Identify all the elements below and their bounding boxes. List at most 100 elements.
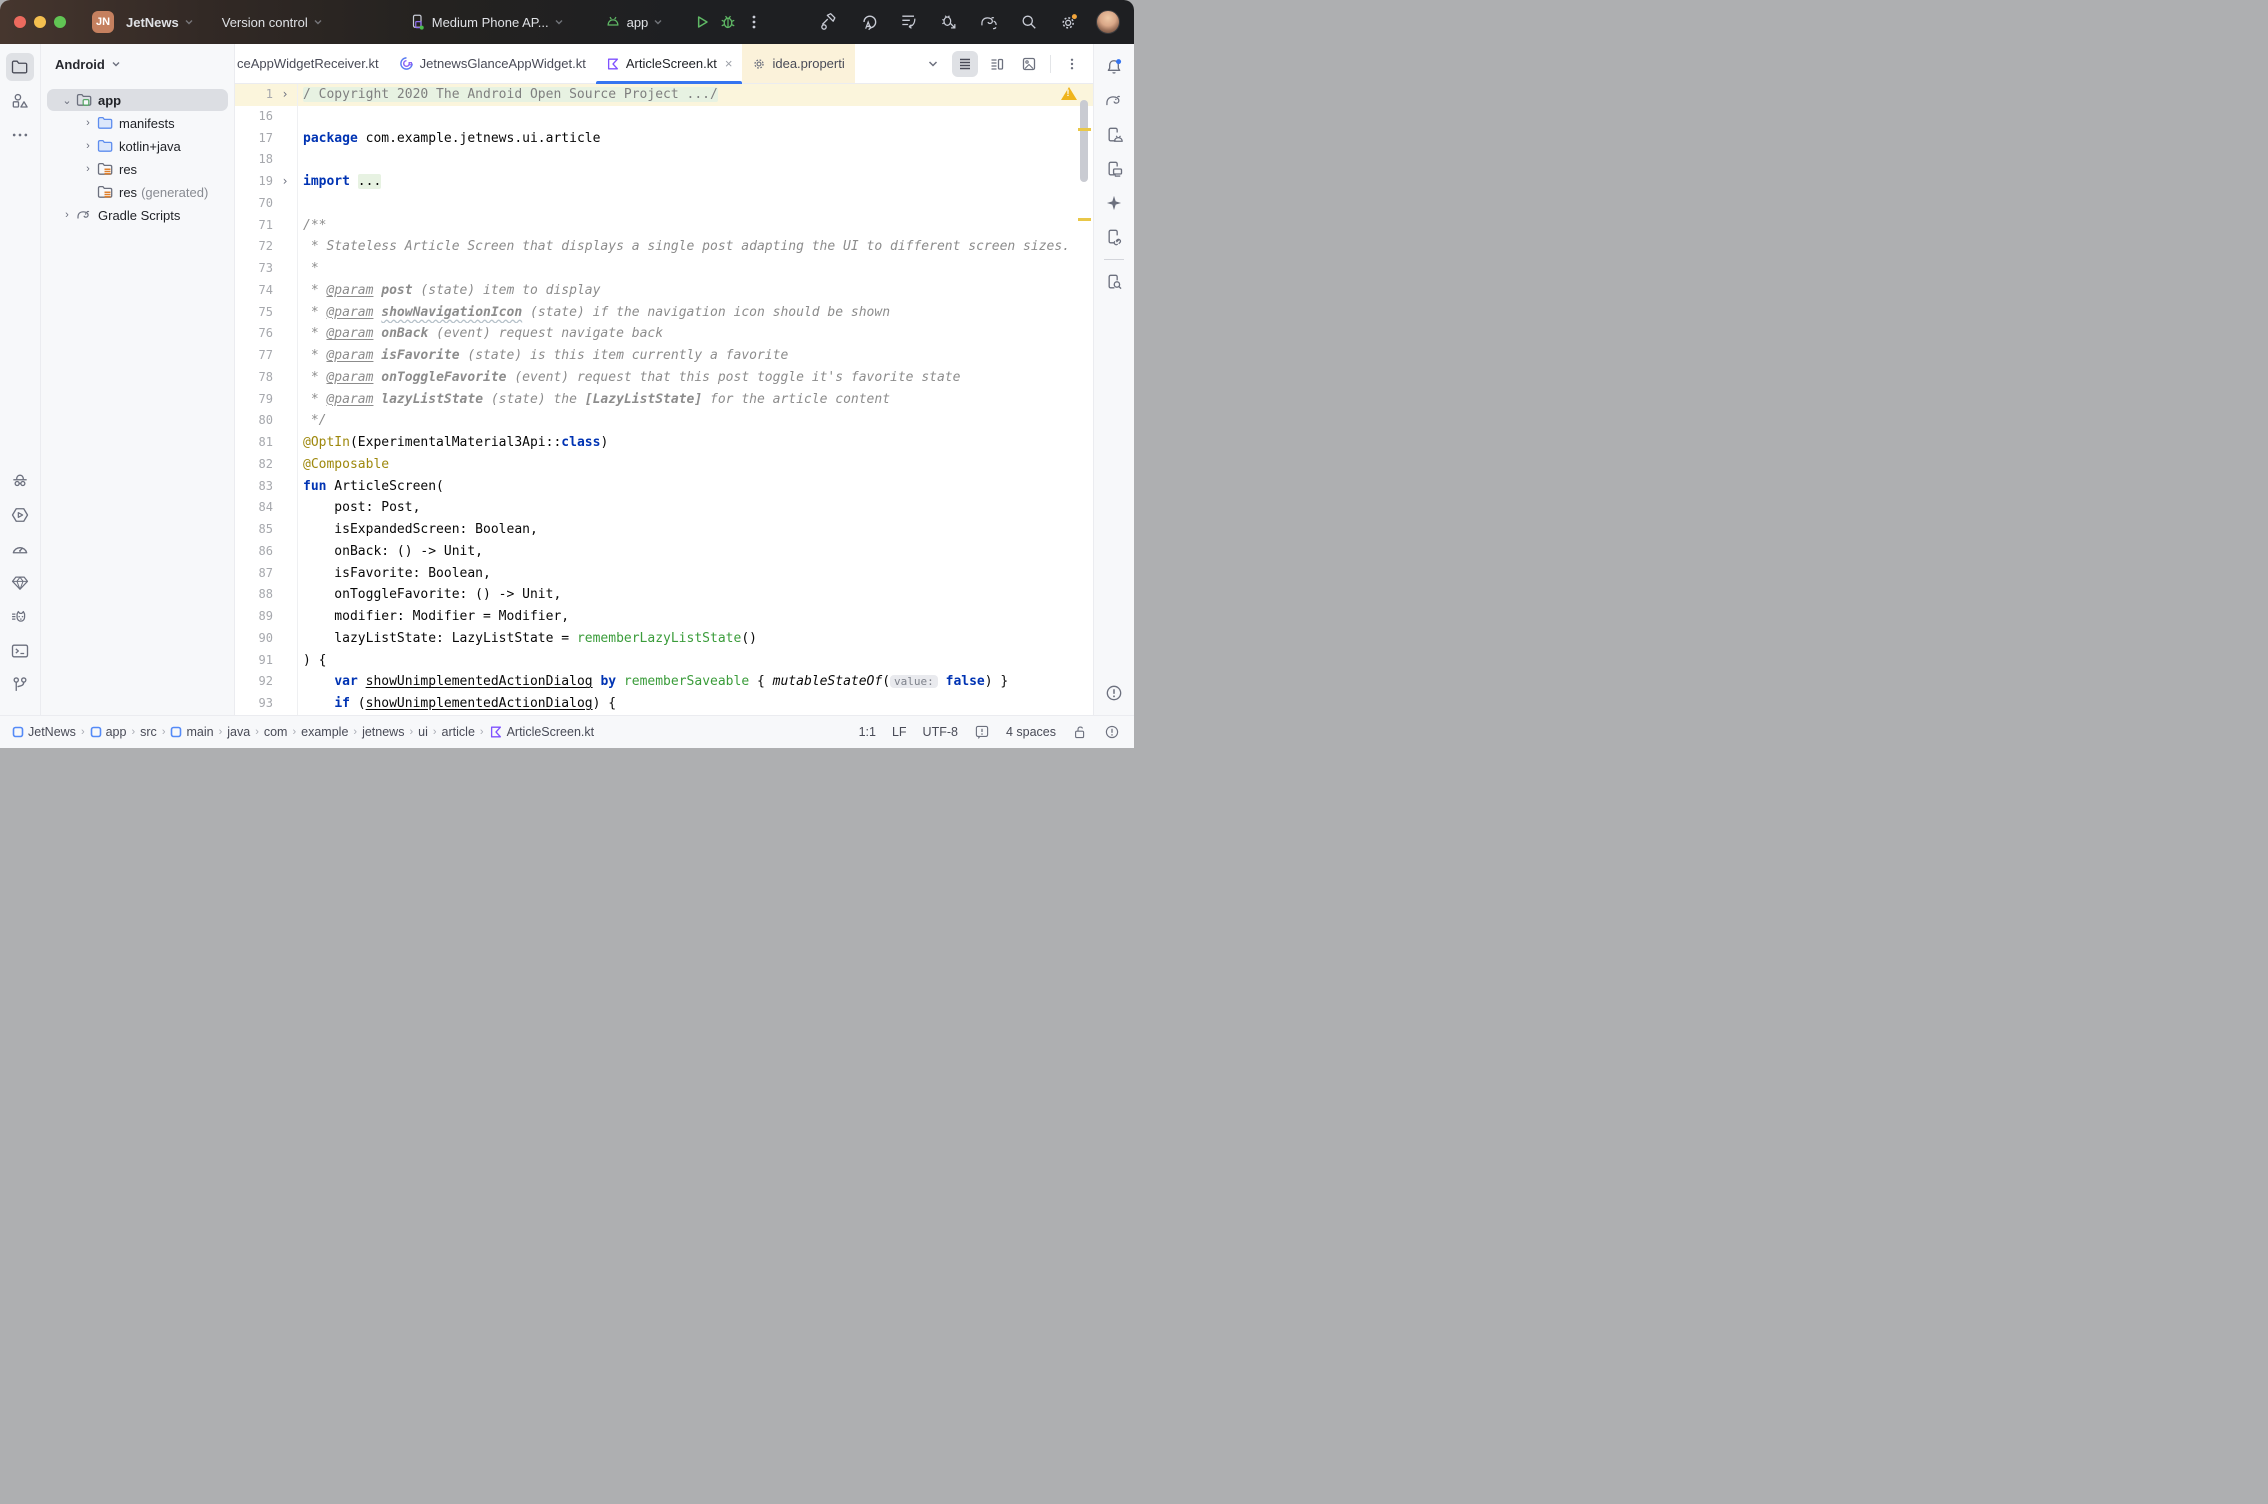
breadcrumb-item-article[interactable]: article (442, 725, 475, 739)
line-number[interactable]: 74 (235, 280, 273, 302)
code-line-72[interactable]: 72 * Stateless Article Screen that displ… (235, 236, 1093, 258)
apply-changes-button[interactable] (856, 9, 882, 35)
tab-list-chevron-button[interactable] (920, 51, 946, 77)
build-variants-button[interactable] (896, 9, 922, 35)
indent-setting[interactable]: 4 spaces (1006, 725, 1056, 739)
line-number[interactable]: 86 (235, 541, 273, 563)
code-text[interactable]: isFavorite: Boolean, (297, 563, 1093, 585)
breadcrumb-item-jetnews[interactable]: JetNews (12, 725, 76, 739)
code-line-76[interactable]: 76 * @param onBack (event) request navig… (235, 323, 1093, 345)
problems-tool-button[interactable] (1100, 679, 1128, 707)
split-view-button[interactable] (984, 51, 1010, 77)
tree-item-manifests[interactable]: ›manifests (47, 112, 228, 134)
app-inspection-tool-button[interactable] (6, 467, 34, 495)
file-encoding[interactable]: UTF-8 (923, 725, 958, 739)
code-line-71[interactable]: 71/** (235, 215, 1093, 237)
editor-scrollbar[interactable] (1080, 100, 1088, 182)
line-number[interactable]: 71 (235, 215, 273, 237)
code-text[interactable]: * (297, 258, 1093, 280)
code-line-75[interactable]: 75 * @param showNavigationIcon (state) i… (235, 302, 1093, 324)
attach-debugger-button[interactable] (936, 9, 962, 35)
caret-position[interactable]: 1:1 (859, 725, 876, 739)
project-view-selector[interactable]: Android (41, 44, 234, 84)
line-number[interactable]: 19 (235, 171, 273, 193)
gemini-tool-button[interactable] (1100, 189, 1128, 217)
breadcrumb-item-ui[interactable]: ui (418, 725, 428, 739)
code-line-88[interactable]: 88 onToggleFavorite: () -> Unit, (235, 584, 1093, 606)
code-text[interactable]: package com.example.jetnews.ui.article (297, 128, 1093, 150)
code-line-19[interactable]: 19›import ... (235, 171, 1093, 193)
code-text[interactable]: onBack: () -> Unit, (297, 541, 1093, 563)
line-number[interactable]: 82 (235, 454, 273, 476)
services-tool-button[interactable] (6, 501, 34, 529)
resource-manager-tool-button[interactable] (6, 87, 34, 115)
code-line-84[interactable]: 84 post: Post, (235, 497, 1093, 519)
device-explorer-tool-button[interactable] (1100, 268, 1128, 296)
line-number[interactable]: 85 (235, 519, 273, 541)
line-number[interactable]: 16 (235, 106, 273, 128)
code-line-82[interactable]: 82 @Composable (235, 454, 1093, 476)
app-quality-insights-tool-button[interactable] (6, 569, 34, 597)
code-text[interactable]: isExpandedScreen: Boolean, (297, 519, 1093, 541)
editor-tab-idea-properti[interactable]: idea.properti (742, 44, 854, 83)
code-line-85[interactable]: 85 isExpandedScreen: Boolean, (235, 519, 1093, 541)
code-line-92[interactable]: 92 var showUnimplementedActionDialog by … (235, 671, 1093, 693)
tree-item-res[interactable]: res(generated) (47, 181, 228, 203)
line-number[interactable]: 18 (235, 149, 273, 171)
code-editor[interactable]: 1›/ Copyright 2020 The Android Open Sour… (235, 84, 1093, 715)
tree-chevron-right-icon[interactable]: › (80, 163, 96, 175)
line-number[interactable]: 76 (235, 323, 273, 345)
settings-button[interactable] (1056, 9, 1082, 35)
code-text[interactable]: import ... (297, 171, 1093, 193)
gradle-tool-button[interactable] (1100, 87, 1128, 115)
code-text[interactable]: * @param onToggleFavorite (event) reques… (297, 367, 1093, 389)
code-text[interactable]: * @param isFavorite (state) is this item… (297, 345, 1093, 367)
code-line-81[interactable]: 81@OptIn(ExperimentalMaterial3Api::class… (235, 432, 1093, 454)
preview-button[interactable] (1016, 51, 1042, 77)
tree-chevron-right-icon[interactable]: › (59, 209, 75, 221)
line-number[interactable]: 17 (235, 128, 273, 150)
project-tool-button[interactable] (6, 53, 34, 81)
line-number[interactable]: 87 (235, 563, 273, 585)
code-line-78[interactable]: 78 * @param onToggleFavorite (event) req… (235, 367, 1093, 389)
line-number[interactable]: 78 (235, 367, 273, 389)
fold-arrow-icon[interactable]: › (273, 84, 297, 106)
line-number[interactable]: 91 (235, 650, 273, 672)
run-configuration-selector[interactable]: app (604, 13, 664, 31)
device-selector[interactable]: Medium Phone AP... (409, 13, 564, 31)
code-line-80[interactable]: 80 */ (235, 410, 1093, 432)
breadcrumb-item-articlescreen-kt[interactable]: ArticleScreen.kt (489, 725, 595, 739)
code-line-74[interactable]: 74 * @param post (state) item to display (235, 280, 1093, 302)
fold-arrow-icon[interactable]: › (273, 171, 297, 193)
inspections-widget[interactable] (1104, 724, 1120, 740)
code-text[interactable]: if (showUnimplementedActionDialog) { (297, 693, 1093, 715)
line-number[interactable]: 88 (235, 584, 273, 606)
code-line-90[interactable]: 90 lazyListState: LazyListState = rememb… (235, 628, 1093, 650)
line-number[interactable]: 83 (235, 476, 273, 498)
profiler-tool-button[interactable] (6, 535, 34, 563)
code-line-77[interactable]: 77 * @param isFavorite (state) is this i… (235, 345, 1093, 367)
code-line-79[interactable]: 79 * @param lazyListState (state) the [L… (235, 389, 1093, 411)
editor-tab-jetnewsglanceappwidget-kt[interactable]: JetnewsGlanceAppWidget.kt (389, 44, 596, 83)
minimize-window-button[interactable] (34, 16, 46, 28)
code-line-1[interactable]: 1›/ Copyright 2020 The Android Open Sour… (235, 84, 1093, 106)
run-button[interactable] (689, 9, 715, 35)
tree-item-gradle-scripts[interactable]: ›Gradle Scripts (47, 204, 228, 226)
code-text[interactable]: @Composable (297, 454, 1093, 476)
line-number[interactable]: 93 (235, 693, 273, 715)
code-line-86[interactable]: 86 onBack: () -> Unit, (235, 541, 1093, 563)
vcs-menu[interactable]: Version control (222, 15, 323, 30)
breadcrumb-item-src[interactable]: src (140, 725, 157, 739)
line-number[interactable]: 79 (235, 389, 273, 411)
breadcrumb-item-java[interactable]: java (227, 725, 250, 739)
editor-tab-ceappwidgetreceiver-kt[interactable]: ceAppWidgetReceiver.kt (235, 44, 389, 83)
single-view-button[interactable] (952, 51, 978, 77)
code-text[interactable]: post: Post, (297, 497, 1093, 519)
line-number[interactable]: 72 (235, 236, 273, 258)
tree-item-res[interactable]: ›res (47, 158, 228, 180)
tab-options-kebab-button[interactable] (1059, 51, 1085, 77)
code-text[interactable]: / Copyright 2020 The Android Open Source… (297, 84, 1093, 106)
more-tool-windows-button[interactable] (6, 121, 34, 149)
code-text[interactable]: @OptIn(ExperimentalMaterial3Api::class) (297, 432, 1093, 454)
logcat-tool-button[interactable] (6, 603, 34, 631)
